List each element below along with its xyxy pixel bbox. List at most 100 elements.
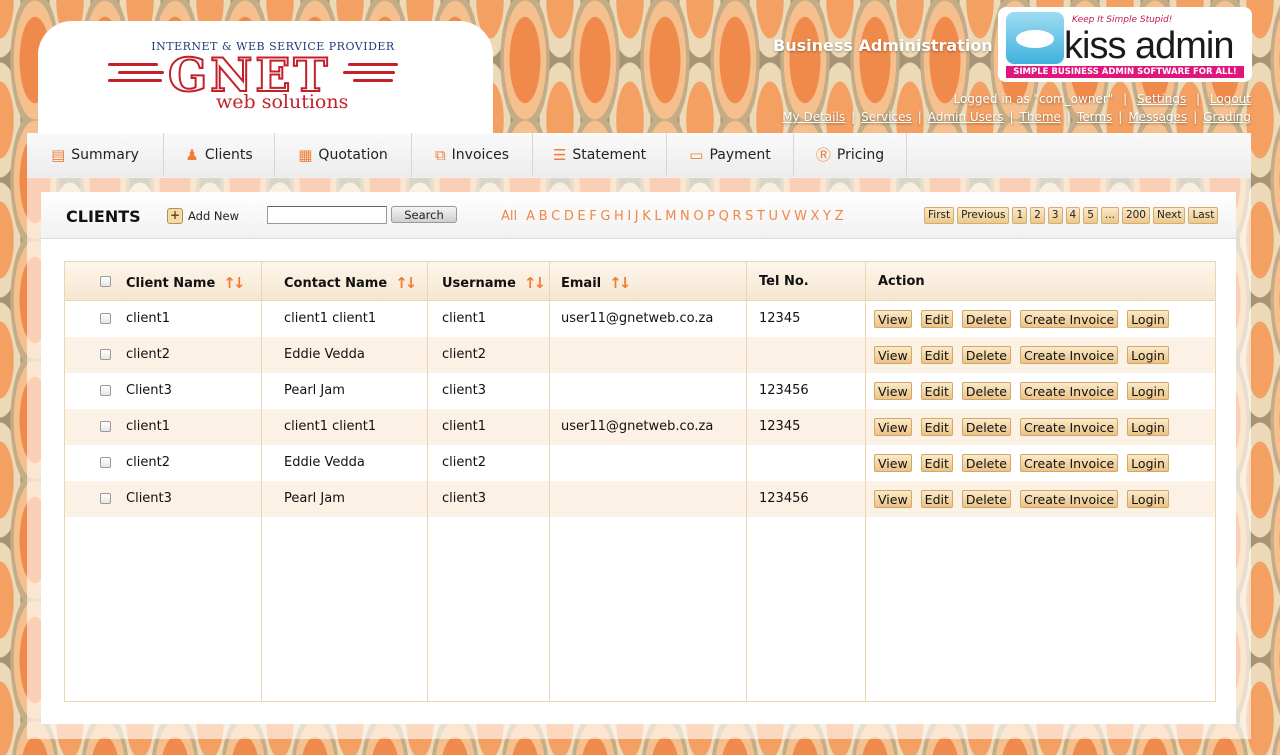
view-button[interactable]: View — [874, 490, 912, 508]
nav-invoices[interactable]: ⧉ Invoices — [412, 133, 533, 177]
messages-link[interactable]: Messages — [1128, 110, 1187, 124]
search-input[interactable] — [267, 206, 387, 224]
view-button[interactable]: View — [874, 382, 912, 400]
page-last-button[interactable]: Last — [1188, 207, 1219, 224]
create-invoice-button[interactable]: Create Invoice — [1019, 346, 1119, 364]
create-invoice-button[interactable]: Create Invoice — [1019, 382, 1119, 400]
sort-icon[interactable]: ↑↓ — [395, 274, 417, 292]
delete-button[interactable]: Delete — [961, 454, 1011, 472]
create-invoice-button[interactable]: Create Invoice — [1019, 454, 1119, 472]
edit-button[interactable]: Edit — [920, 490, 953, 508]
alpha-letter[interactable]: V — [782, 209, 791, 224]
nav-pricing[interactable]: Ⓡ Pricing — [794, 133, 907, 177]
alpha-letter[interactable]: Z — [835, 209, 844, 224]
delete-button[interactable]: Delete — [961, 382, 1011, 400]
page-previous-button[interactable]: Previous — [957, 207, 1010, 224]
edit-button[interactable]: Edit — [920, 454, 953, 472]
edit-button[interactable]: Edit — [920, 382, 953, 400]
view-button[interactable]: View — [874, 310, 912, 328]
add-new-button[interactable]: + Add New — [167, 208, 239, 224]
sort-icon[interactable]: ↑↓ — [609, 274, 631, 292]
view-button[interactable]: View — [874, 418, 912, 436]
alpha-letter[interactable]: E — [577, 209, 585, 224]
alpha-letter[interactable]: N — [680, 209, 690, 224]
alpha-all[interactable]: All — [501, 209, 517, 224]
alpha-letter[interactable]: G — [600, 209, 610, 224]
alpha-letter[interactable]: J — [635, 209, 639, 224]
row-checkbox[interactable] — [100, 385, 111, 396]
page-next-button[interactable]: Next — [1152, 207, 1186, 224]
column-header-contact-name[interactable]: Contact Name ↑↓ — [284, 274, 417, 292]
alpha-letter[interactable]: B — [539, 209, 548, 224]
alpha-letter[interactable]: F — [589, 209, 596, 224]
alpha-letter[interactable]: Q — [719, 209, 729, 224]
alpha-letter[interactable]: T — [757, 209, 765, 224]
edit-button[interactable]: Edit — [920, 310, 953, 328]
delete-button[interactable]: Delete — [961, 418, 1011, 436]
page-number-button[interactable]: 4 — [1065, 207, 1081, 224]
alpha-letter[interactable]: I — [627, 209, 631, 224]
alpha-letter[interactable]: K — [642, 209, 651, 224]
alpha-letter[interactable]: P — [707, 209, 715, 224]
row-checkbox[interactable] — [100, 313, 111, 324]
delete-button[interactable]: Delete — [961, 310, 1011, 328]
edit-button[interactable]: Edit — [920, 346, 953, 364]
column-header-username[interactable]: Username ↑↓ — [442, 274, 546, 292]
page-number-button[interactable]: 2 — [1030, 207, 1045, 224]
alpha-letter[interactable]: C — [551, 209, 560, 224]
logout-link[interactable]: Logout — [1210, 92, 1251, 106]
nav-payment[interactable]: ▭ Payment — [667, 133, 794, 177]
admin-users-link[interactable]: Admin Users — [928, 110, 1004, 124]
create-invoice-button[interactable]: Create Invoice — [1019, 310, 1119, 328]
view-button[interactable]: View — [874, 346, 912, 364]
settings-link[interactable]: Settings — [1137, 92, 1186, 106]
page-number-button[interactable]: 200 — [1121, 207, 1150, 224]
alpha-letter[interactable]: W — [794, 209, 807, 224]
delete-button[interactable]: Delete — [961, 346, 1011, 364]
page-ellipsis[interactable]: ... — [1100, 207, 1119, 224]
login-button[interactable]: Login — [1127, 382, 1169, 400]
login-button[interactable]: Login — [1127, 346, 1169, 364]
alpha-letter[interactable]: L — [654, 209, 661, 224]
delete-button[interactable]: Delete — [961, 490, 1011, 508]
login-button[interactable]: Login — [1127, 418, 1169, 436]
column-header-email[interactable]: Email ↑↓ — [561, 274, 631, 292]
page-number-button[interactable]: 3 — [1047, 207, 1063, 224]
row-checkbox[interactable] — [100, 493, 111, 504]
create-invoice-button[interactable]: Create Invoice — [1019, 418, 1119, 436]
nav-quotation[interactable]: ▦ Quotation — [275, 133, 412, 177]
alpha-letter[interactable]: D — [564, 209, 574, 224]
my-details-link[interactable]: My Details — [782, 110, 845, 124]
search-button[interactable]: Search — [391, 206, 457, 223]
page-first-button[interactable]: First — [924, 207, 955, 224]
services-link[interactable]: Services — [861, 110, 912, 124]
terms-link[interactable]: Terms — [1077, 110, 1112, 124]
nav-clients[interactable]: ♟ Clients — [164, 133, 275, 177]
nav-summary[interactable]: ▤ Summary — [27, 133, 164, 177]
page-number-button[interactable]: 1 — [1012, 207, 1028, 224]
grading-link[interactable]: Grading — [1203, 110, 1251, 124]
login-button[interactable]: Login — [1127, 454, 1169, 472]
alpha-letter[interactable]: Y — [823, 209, 831, 224]
alpha-letter[interactable]: S — [745, 209, 753, 224]
alpha-letter[interactable]: H — [614, 209, 624, 224]
page-number-button[interactable]: 5 — [1083, 207, 1098, 224]
theme-link[interactable]: Theme — [1020, 110, 1061, 124]
alpha-letter[interactable]: X — [811, 209, 820, 224]
column-header-client-name[interactable]: Client Name ↑↓ — [126, 274, 245, 292]
alpha-letter[interactable]: M — [665, 209, 676, 224]
sort-icon[interactable]: ↑↓ — [524, 274, 546, 292]
alpha-letter[interactable]: U — [768, 209, 778, 224]
sort-icon[interactable]: ↑↓ — [223, 274, 245, 292]
login-button[interactable]: Login — [1127, 490, 1169, 508]
nav-statement[interactable]: ☰ Statement — [533, 133, 667, 177]
view-button[interactable]: View — [874, 454, 912, 472]
alpha-letter[interactable]: A — [526, 209, 535, 224]
edit-button[interactable]: Edit — [920, 418, 953, 436]
row-checkbox[interactable] — [100, 421, 111, 432]
alpha-letter[interactable]: R — [732, 209, 741, 224]
select-all-checkbox[interactable] — [100, 276, 111, 287]
row-checkbox[interactable] — [100, 349, 111, 360]
create-invoice-button[interactable]: Create Invoice — [1019, 490, 1119, 508]
row-checkbox[interactable] — [100, 457, 111, 468]
